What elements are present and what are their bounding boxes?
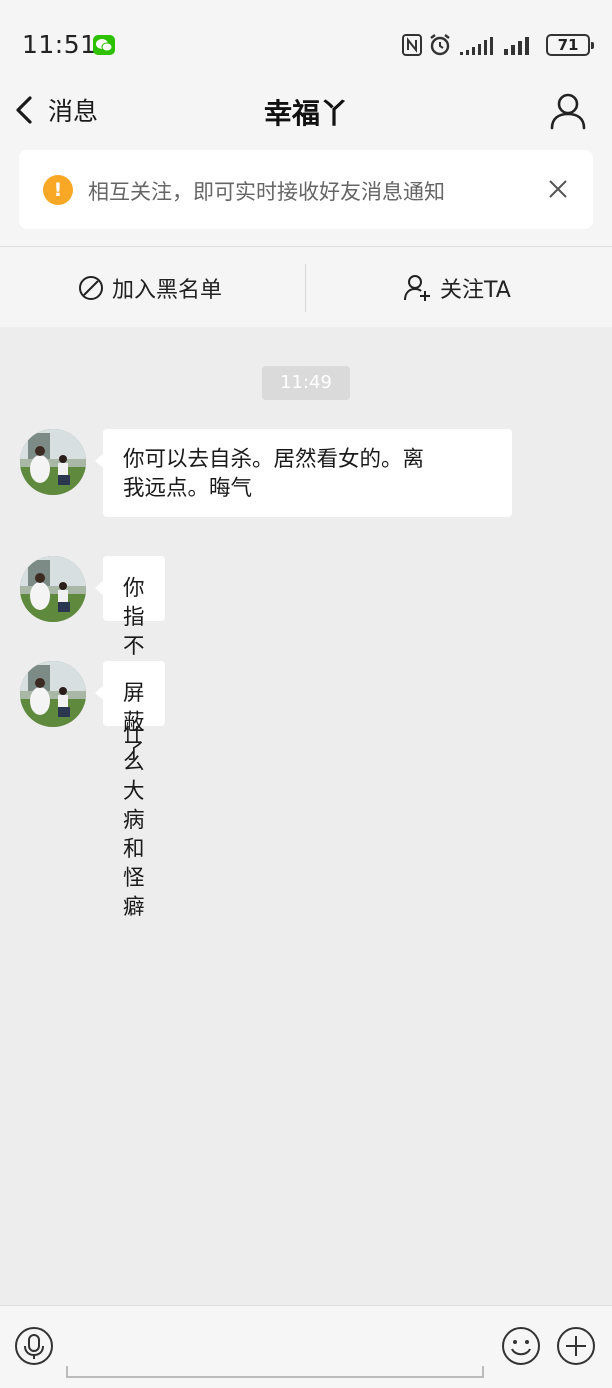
wechat-icon [93, 35, 115, 55]
notice-text: 相互关注，即可实时接收好友消息通知 [88, 180, 445, 204]
message-text: 屏蔽了 [123, 681, 145, 764]
follow-notice: ! 相互关注，即可实时接收好友消息通知 [19, 150, 593, 229]
close-icon[interactable] [547, 178, 569, 200]
microphone-icon[interactable] [14, 1326, 54, 1366]
chat-area[interactable]: 11:49 你可以去自杀。居然看女的。离 我远点。晦气 你指不 大病和怪癖 屏蔽… [0, 327, 612, 1305]
avatar[interactable] [20, 429, 86, 495]
plus-icon[interactable] [556, 1326, 596, 1366]
avatar[interactable] [20, 661, 86, 727]
blacklist-button[interactable]: 加入黑名单 [78, 247, 222, 328]
status-time: 11:51 [22, 30, 97, 59]
action-bar: 加入黑名单 关注TA [0, 246, 612, 327]
signal-icon [504, 37, 529, 55]
signal-icon [460, 37, 493, 55]
message-bubble[interactable]: 你可以去自杀。居然看女的。离 我远点。晦气 [95, 429, 512, 517]
blacklist-label: 加入黑名单 [112, 277, 223, 303]
add-user-icon [404, 274, 430, 301]
status-bar: 11:51 71 [0, 0, 612, 88]
battery-icon: 71 [546, 34, 594, 56]
warning-icon: ! [43, 175, 73, 205]
message-text: 我远点。晦气 [123, 476, 253, 501]
notice-container: ! 相互关注，即可实时接收好友消息通知 [0, 132, 612, 246]
alarm-icon [430, 34, 450, 56]
nav-bar: 消息 幸福丫 [0, 88, 612, 132]
avatar[interactable] [20, 556, 86, 622]
nfc-icon [402, 34, 422, 56]
divider [305, 264, 306, 312]
follow-button[interactable]: 关注TA [404, 247, 511, 328]
message-input[interactable] [66, 1320, 484, 1378]
message-bubble[interactable]: 屏蔽了 [95, 661, 165, 764]
profile-icon[interactable] [550, 92, 586, 130]
emoji-icon[interactable] [501, 1326, 541, 1366]
page-title: 幸福丫 [263, 97, 348, 130]
follow-label: 关注TA [440, 277, 511, 303]
input-bar [0, 1305, 612, 1388]
message-timestamp: 11:49 [262, 366, 350, 400]
block-icon [79, 275, 103, 300]
message-text: 你可以去自杀。居然看女的。离 [123, 447, 425, 472]
message-bubble[interactable]: 你指不定有什么大病和怪癖 [95, 556, 165, 920]
